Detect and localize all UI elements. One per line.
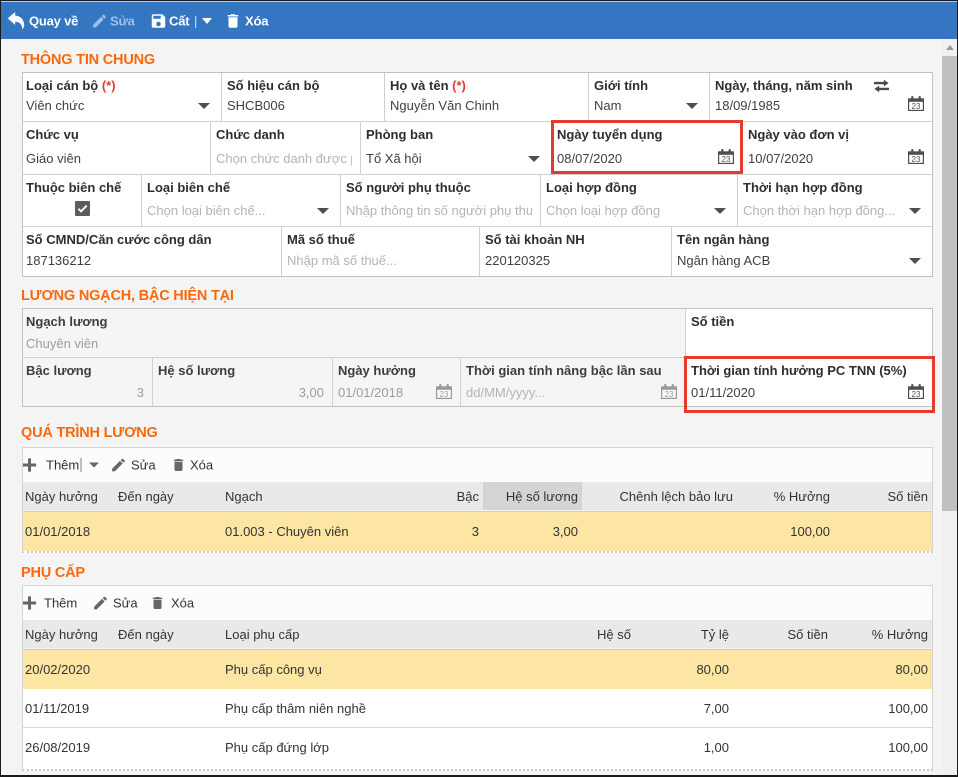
svg-text:23: 23	[912, 155, 921, 164]
svg-text:23: 23	[722, 155, 731, 164]
svg-text:23: 23	[440, 390, 449, 399]
svg-text:23: 23	[665, 390, 674, 399]
svg-text:23: 23	[912, 102, 921, 111]
svg-text:23: 23	[912, 390, 921, 399]
